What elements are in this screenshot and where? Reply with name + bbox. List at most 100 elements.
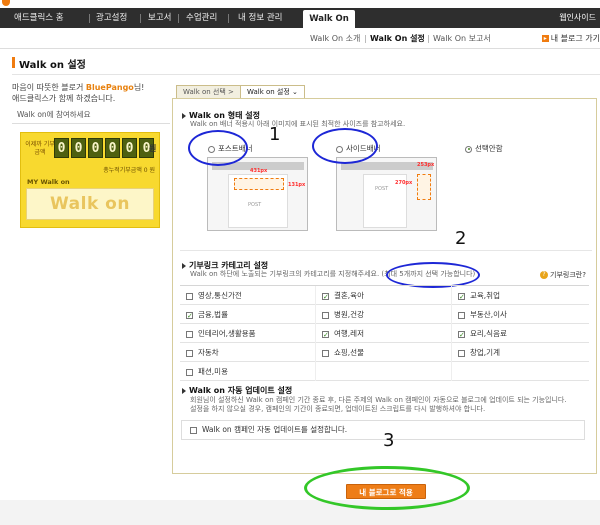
nav-item-walk-on[interactable]: Walk On (303, 10, 355, 28)
my-blog-link-label: 내 블로그 가기 (550, 34, 600, 43)
category-label: 인테리어,생활용품 (198, 329, 256, 338)
counter-digit: 0 (105, 138, 120, 158)
category-empty (452, 362, 588, 381)
tab-walk-on-settings[interactable]: Walk on 설정 ⌄ (240, 85, 305, 99)
category-wedding-childcare[interactable]: ✓ 결혼,육아 (316, 286, 452, 305)
category-label: 병원,건강 (334, 310, 364, 319)
category-label: 결혼,육아 (334, 291, 364, 300)
nav-separator (178, 14, 179, 23)
checkbox (458, 349, 465, 357)
checkbox-checked: ✓ (458, 330, 465, 339)
annotation-circle-1a (188, 130, 248, 166)
nav-item-ad-settings[interactable]: 광고설정 (96, 8, 127, 28)
category-shopping-gifts[interactable]: 쇼핑,선물 (316, 343, 452, 362)
category-fashion-beauty[interactable]: 패션,미용 (180, 362, 316, 381)
checkbox (186, 292, 193, 300)
section-category-title-text: 기부링크 카테고리 설정 (189, 261, 269, 270)
nav-separator (140, 14, 141, 23)
checkbox (190, 426, 197, 434)
annotation-number-3: 3 (383, 430, 395, 451)
category-finance-law[interactable]: ✓ 금융,법률 (180, 305, 316, 324)
section-auto-update-desc2: 설정을 하지 않으실 경우, 캠페인의 기간이 종료되면, 업데이트된 스크립트… (190, 405, 486, 413)
sub-nav: Walk On 소개 Walk On 설정 Walk On 보고서 ▸ 내 블로그… (0, 28, 600, 49)
preview-post-banner (234, 178, 284, 190)
preview-side-banner (417, 174, 431, 200)
counter-digit: 0 (122, 138, 137, 158)
nav-item-reports[interactable]: 보고서 (148, 8, 171, 28)
annotation-circle-1b (312, 128, 378, 164)
category-label: 부동산,이사 (470, 310, 507, 319)
subnav-walk-on-report[interactable]: Walk On 보고서 (433, 28, 491, 49)
section-banner-type-title-text: Walk on 형태 설정 (189, 111, 260, 120)
category-row: ✓ 금융,법률 병원,건강 부동산,이사 (180, 305, 589, 324)
subnav-walk-on-settings[interactable]: Walk On 설정 (370, 28, 425, 49)
annotation-number-1: 1 (269, 124, 281, 145)
preview-width-tag: 253px (417, 162, 435, 168)
radio-none[interactable]: 선택안함 (465, 143, 503, 154)
category-interior-living[interactable]: 인테리어,생활용품 (180, 324, 316, 343)
checkbox (322, 311, 329, 319)
nav-user-site[interactable]: 웹인사이드 (559, 8, 596, 28)
preview-height-tag: 270px (395, 180, 413, 186)
subnav-separator (428, 35, 429, 43)
category-startup-machinery[interactable]: 창업,기계 (452, 343, 588, 362)
counter-digit: 0 (88, 138, 103, 158)
tab-walk-on-select[interactable]: Walk on 선택 > (176, 85, 241, 99)
arrow-icon: ▸ (541, 35, 549, 42)
page-title: Walk on 설정 (19, 60, 86, 71)
radio-none-label: 선택안함 (475, 144, 503, 153)
category-grid: 영상,통신가전 ✓ 결혼,육아 ✓ 교육,취업 ✓ 금융,법률 병원,건강 부동산,이… (180, 285, 589, 381)
my-blog-link[interactable]: ▸ 내 블로그 가기 (541, 28, 600, 49)
counter-label: 이제까 기부금액 (25, 141, 55, 156)
main-nav: 애드클릭스 홈 광고설정 보고서 수업관리 내 정보 관리 Walk On 웹인… (0, 8, 600, 28)
checkbox (186, 330, 193, 338)
total-donation-label: 총누적기부금액 0 원 (103, 167, 155, 174)
auto-update-label: Walk on 캠페인 자동 업데이트를 설정합니다. (202, 425, 348, 434)
nav-item-my-info[interactable]: 내 정보 관리 (238, 8, 283, 28)
section-auto-update-title: Walk on 자동 업데이트 설정 (182, 385, 292, 396)
category-label: 패션,미용 (198, 367, 228, 376)
greeting-line2: 애드클릭스가 함께 하겠습니다. (12, 94, 116, 103)
category-row: 영상,통신가전 ✓ 결혼,육아 ✓ 교육,취업 (180, 286, 589, 305)
subnav-separator (365, 35, 366, 43)
category-label: 영상,통신가전 (198, 291, 242, 300)
side-banner-preview: 253px 270px POST (336, 157, 437, 231)
annotation-circle-3 (304, 466, 470, 510)
nav-item-revenue[interactable]: 수업관리 (186, 8, 217, 28)
my-walkon-label: MY Walk on (27, 178, 70, 186)
bullet-icon (182, 262, 186, 269)
category-label: 창업,기계 (470, 348, 500, 357)
category-cooking-food[interactable]: ✓ 요리,식음료 (452, 324, 588, 343)
category-av-telecom[interactable]: 영상,통신가전 (180, 286, 316, 305)
counter-digit: 0 (54, 138, 69, 158)
donation-link-help[interactable]: ? 기부링크란? (540, 270, 586, 280)
join-walk-on-link[interactable]: Walk on에 참여하세요 (17, 109, 90, 120)
subnav-walk-on-intro[interactable]: Walk On 소개 (310, 28, 360, 49)
category-label: 자동차 (198, 348, 219, 357)
walkon-logo: Walk on (26, 188, 154, 220)
section-divider (180, 250, 592, 251)
section-banner-type-desc: Walk on 배너 적용시 아래 이미지에 표시된 최적한 사이즈를 참고하세… (190, 120, 406, 128)
category-car[interactable]: 자동차 (180, 343, 316, 362)
checkbox (186, 349, 193, 357)
nav-separator (228, 14, 229, 23)
preview-post-label: POST (375, 186, 389, 192)
category-realestate-moving[interactable]: 부동산,이사 (452, 305, 588, 324)
donation-link-help-label: 기부링크란? (550, 271, 586, 279)
category-education-jobs[interactable]: ✓ 교육,취업 (452, 286, 588, 305)
preview-post-label: POST (248, 202, 262, 208)
checkbox-checked: ✓ (458, 292, 465, 301)
category-travel-leisure[interactable]: ✓ 여행,레저 (316, 324, 452, 343)
nav-item-home[interactable]: 애드클릭스 홈 (14, 8, 64, 28)
counter-unit: 원 (149, 144, 157, 153)
section-auto-update-title-text: Walk on 자동 업데이트 설정 (189, 386, 293, 395)
category-row: 패션,미용 (180, 362, 589, 381)
category-hospital-health[interactable]: 병원,건강 (316, 305, 452, 324)
user-name: BluePango (85, 83, 134, 92)
bullet-icon (182, 387, 186, 394)
annotation-number-2: 2 (455, 228, 467, 249)
footer-band (0, 500, 600, 525)
category-label: 여행,레저 (334, 329, 364, 338)
category-label: 교육,취업 (470, 291, 500, 300)
category-label: 요리,식음료 (470, 329, 507, 338)
